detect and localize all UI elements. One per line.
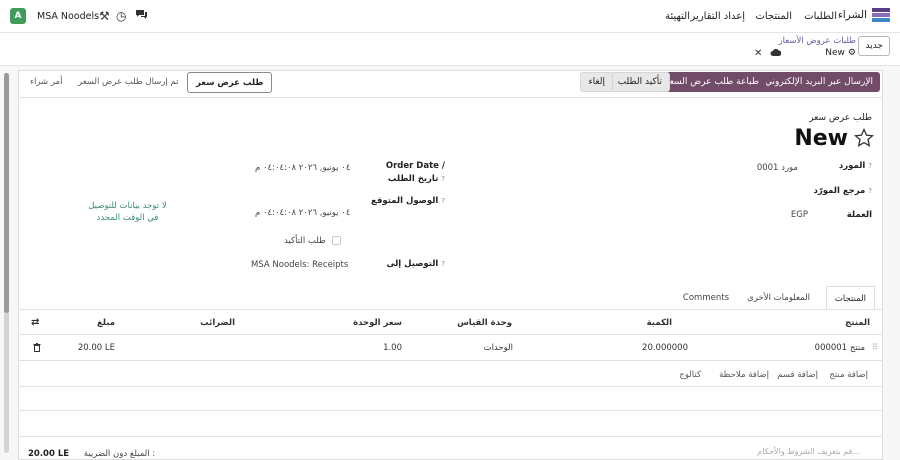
status-purchase-order[interactable]: أمر شراء xyxy=(30,72,62,93)
line-quantity[interactable]: 20.000000 xyxy=(642,343,688,353)
navbar: الشراء الطلبات المنتجات إعداد التقارير ا… xyxy=(0,0,900,33)
table-header-divider xyxy=(18,334,883,335)
order-date-label: Order Date / تاريخ الطلب ? xyxy=(385,161,445,184)
new-button[interactable]: جديد xyxy=(858,36,890,56)
line-product[interactable]: منتج 000001 xyxy=(815,343,865,353)
untaxed-amount-label: المبلغ دون الضريبة : xyxy=(83,449,156,459)
breadcrumb-current-label: New xyxy=(825,48,845,58)
col-quantity-header[interactable]: الكمية xyxy=(647,318,672,328)
save-cloud-icon[interactable] xyxy=(770,48,782,60)
currency-field[interactable]: EGP xyxy=(791,210,808,220)
form-subtitle: طلب عرض سعر xyxy=(809,113,872,123)
record-title: New xyxy=(794,126,848,151)
status-rfq[interactable]: طلب عرض سعر xyxy=(187,72,273,93)
order-date-field[interactable]: ٠٤ يونيو, ٢٠٢٦ ٠٤:٠٤:٠٨ م xyxy=(255,163,350,173)
scrollbar-thumb[interactable] xyxy=(4,73,9,313)
on-time-delivery-note: لا توجد بيانات للتوصيل في الوقت المحدد xyxy=(88,201,167,223)
line-subtotal: 20.00 LE xyxy=(77,343,115,353)
ask-confirmation-checkbox[interactable] xyxy=(332,236,341,245)
col-subtotal-header[interactable]: مبلغ xyxy=(97,318,115,328)
breadcrumb-current: New ⚙ xyxy=(825,48,856,58)
star-icon[interactable] xyxy=(854,128,874,148)
drag-handle-icon[interactable]: ⠿ xyxy=(872,343,878,353)
ask-confirmation-label: طلب التأكيد xyxy=(284,236,326,246)
deliver-to-label: التوصيل إلى ? xyxy=(386,259,445,269)
catalog-link[interactable]: كتالوج xyxy=(679,370,701,380)
tools-icon[interactable]: ⚒ xyxy=(99,9,110,23)
untaxed-amount-value: 20.00 LE xyxy=(28,449,70,459)
clock-icon[interactable]: ◷ xyxy=(116,9,126,23)
col-product-header[interactable]: المنتج xyxy=(845,318,870,328)
add-line-divider xyxy=(18,386,883,387)
app-brand[interactable]: الشراء xyxy=(838,8,890,22)
confirm-order-button[interactable]: تأكيد الطلب xyxy=(609,72,670,92)
send-email-button[interactable]: الإرسال عبر البريد الإلكتروني xyxy=(758,72,880,92)
col-uom-header[interactable]: وحدة القياس xyxy=(457,318,512,328)
tab-comments[interactable]: Comments xyxy=(675,286,737,310)
purchase-app-icon xyxy=(872,8,890,22)
untaxed-amount-total: 20.00 LE المبلغ دون الضريبة : xyxy=(28,449,155,459)
discard-x-icon[interactable]: ✕ xyxy=(754,48,762,59)
col-taxes-header[interactable]: الضرائب xyxy=(200,318,235,328)
trash-icon[interactable] xyxy=(33,343,41,355)
supplier-field[interactable]: مورد 0001 xyxy=(757,163,798,173)
add-note-link[interactable]: إضافة ملاحظة xyxy=(719,370,769,380)
status-rfq-sent[interactable]: تم إرسال طلب عرض السعر xyxy=(78,72,178,93)
chat-icon[interactable] xyxy=(135,9,148,23)
tab-products[interactable]: المنتجات xyxy=(825,286,875,310)
expected-arrival-field[interactable]: ٠٤ يونيو, ٢٠٢٦ ٠٤:٠٤:٠٨ م xyxy=(255,208,350,218)
line-uom[interactable]: الوحدات xyxy=(484,343,513,353)
tabs-divider xyxy=(18,309,883,310)
col-price-unit-header[interactable]: سعر الوحدة xyxy=(353,318,402,328)
breadcrumb-parent[interactable]: طلبات عروض الأسعار xyxy=(779,36,856,46)
menu-configuration[interactable]: التهيئة xyxy=(665,11,690,22)
menu-products[interactable]: المنتجات xyxy=(755,11,792,22)
supplier-ref-label: مرجع المورّد ? xyxy=(813,186,872,196)
row-divider xyxy=(18,360,883,361)
deliver-to-field[interactable]: MSA Noodels: Receipts xyxy=(251,260,348,270)
control-panel: جديد طلبات عروض الأسعار New ⚙ ✕ xyxy=(0,33,900,66)
terms-conditions-field[interactable]: قم بتعريف الشروط والأحكام... xyxy=(757,447,860,456)
table-bottom-divider xyxy=(18,436,883,437)
print-rfq-button[interactable]: طباعة طلب عرض السعر xyxy=(657,72,766,92)
app-name: الشراء xyxy=(837,9,867,21)
optional-columns-icon[interactable]: ⇄ xyxy=(31,317,39,328)
cancel-button[interactable]: إلغاء xyxy=(580,72,613,92)
menu-reporting[interactable]: إعداد التقارير xyxy=(691,11,745,22)
form-sheet xyxy=(18,70,883,460)
tab-other-info[interactable]: المعلومات الأخرى xyxy=(739,286,818,310)
line-price-unit[interactable]: 1.00 xyxy=(383,343,402,353)
supplier-label: المورد ? xyxy=(838,161,872,171)
header-divider xyxy=(18,97,883,98)
user-avatar[interactable]: A xyxy=(10,8,26,24)
gear-icon[interactable]: ⚙ xyxy=(848,48,856,58)
company-switcher[interactable]: MSA Noodels xyxy=(37,11,99,22)
expected-arrival-label: الوصول المتوقع ? xyxy=(371,196,445,206)
add-section-link[interactable]: إضافة قسم xyxy=(777,370,818,380)
empty-row-divider xyxy=(18,410,883,411)
currency-label: العملة xyxy=(846,210,872,220)
menu-orders[interactable]: الطلبات xyxy=(804,11,837,22)
add-product-link[interactable]: إضافة منتج xyxy=(829,370,868,380)
